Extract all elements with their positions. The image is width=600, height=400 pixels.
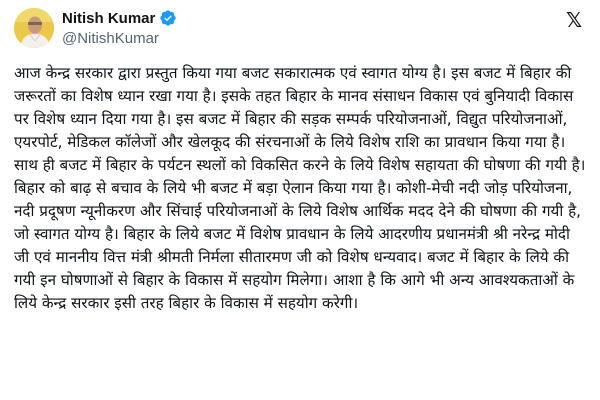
profile-photo-avatar — [14, 8, 54, 48]
display-name-row: Nitish Kumar — [62, 8, 177, 28]
avatar[interactable] — [14, 8, 54, 48]
display-name[interactable]: Nitish Kumar — [62, 10, 155, 27]
verified-badge-icon — [159, 9, 177, 27]
author-names: Nitish Kumar @NitishKumar — [62, 8, 177, 47]
tweet-header: Nitish Kumar @NitishKumar 𝕏 — [12, 6, 588, 54]
author-handle[interactable]: @NitishKumar — [62, 30, 177, 47]
x-logo-icon[interactable]: 𝕏 — [564, 10, 584, 30]
tweet-text: आज केन्द्र सरकार द्वारा प्रस्तुत किया गय… — [14, 64, 586, 312]
